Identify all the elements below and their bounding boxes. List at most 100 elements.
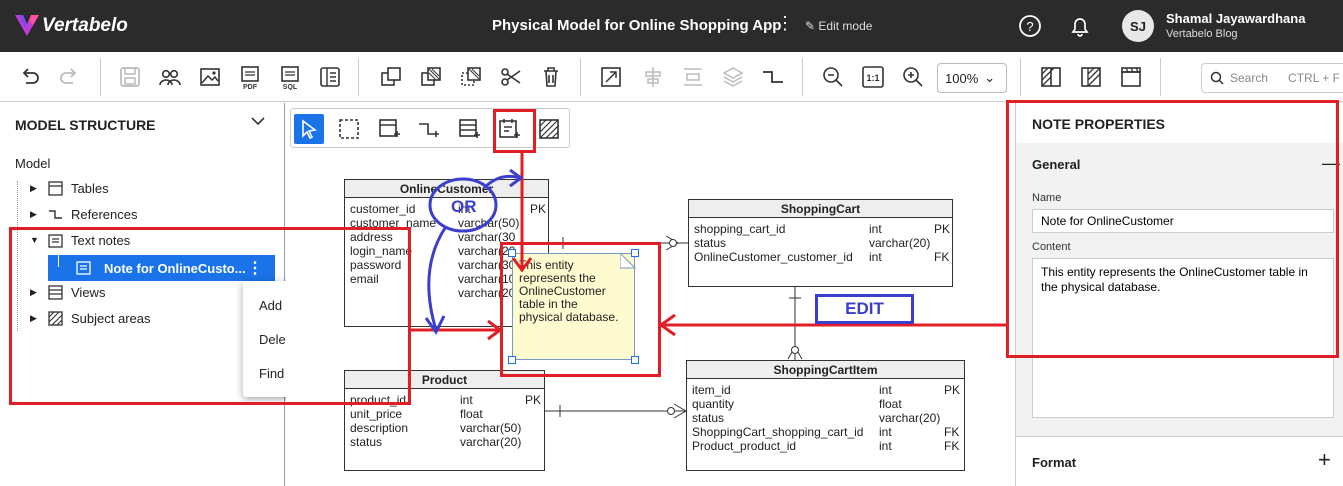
table-row[interactable]: customer_id int PK <box>350 202 546 216</box>
expand-arrow-icon[interactable]: ▶ <box>30 313 40 324</box>
panel-header: NOTE PROPERTIES <box>1016 103 1343 143</box>
toolbar-divider <box>100 58 101 96</box>
reference-icon <box>49 209 62 219</box>
search-icon <box>1210 71 1224 85</box>
column-name: Product_product_id <box>692 439 797 453</box>
table-row[interactable]: ShoppingCart_shopping_cart_id int FK <box>692 425 959 439</box>
section-general[interactable]: General <box>1032 157 1080 172</box>
resize-handle[interactable] <box>508 249 516 257</box>
column-type: int <box>458 202 471 216</box>
expand-arrow-icon[interactable]: ▶ <box>30 183 40 194</box>
column-key: PK <box>525 393 542 407</box>
table-row[interactable]: quantity float <box>692 397 959 411</box>
table-row[interactable]: item_id int PK <box>692 383 960 397</box>
cut-icon[interactable] <box>498 64 524 90</box>
vertabelo-logo-icon[interactable] <box>14 12 40 38</box>
table-row[interactable]: unit_price float <box>350 407 539 421</box>
document-properties-icon[interactable] <box>317 64 343 90</box>
user-subtitle: Vertabelo Blog <box>1166 28 1238 40</box>
paste-icon[interactable] <box>418 64 444 90</box>
copy-icon[interactable] <box>378 64 404 90</box>
chevron-down-icon[interactable] <box>250 113 266 129</box>
search-input[interactable]: Search CTRL + F <box>1201 63 1343 93</box>
section-format[interactable]: Format + <box>1016 436 1343 486</box>
top-bar: Vertabelo Physical Model for Online Shop… <box>0 0 1343 52</box>
column-name: password <box>350 258 402 272</box>
layers-icon[interactable] <box>720 64 746 90</box>
expand-arrow-icon[interactable]: ▶ <box>30 287 40 298</box>
zoom-reset-icon[interactable]: 1:1 <box>860 64 886 90</box>
help-icon[interactable]: ? <box>1018 14 1042 38</box>
toolbar: PDF SQL 1:1 100% ⌄ Search CTRL + F <box>0 52 1343 102</box>
collapse-icon[interactable]: — <box>1322 154 1340 172</box>
autolayout-icon[interactable] <box>598 64 624 90</box>
content-field[interactable]: This entity represents the OnlineCustome… <box>1032 258 1334 418</box>
table-row[interactable]: status varchar(20) <box>350 435 539 449</box>
table-row[interactable]: address varchar(30 <box>350 230 543 244</box>
bell-icon[interactable] <box>1068 13 1092 39</box>
table-row[interactable]: shopping_cart_id int PK <box>694 222 950 236</box>
area-pattern-icon[interactable] <box>1078 64 1104 90</box>
resize-handle[interactable] <box>631 249 639 257</box>
zoom-select[interactable]: 100% ⌄ <box>937 63 1007 93</box>
table-row[interactable]: OnlineCustomer_customer_id int FK <box>694 250 949 264</box>
column-type: int <box>460 393 473 407</box>
duplicate-icon[interactable] <box>458 64 484 90</box>
export-pdf-icon[interactable]: PDF <box>237 64 263 91</box>
collapse-arrow-icon[interactable]: ▼ <box>30 235 40 245</box>
table-row[interactable]: Product_product_id int FK <box>692 439 959 453</box>
search-shortcut: CTRL + F <box>1288 71 1340 85</box>
distribute-icon[interactable] <box>680 64 706 90</box>
tree-item-tables[interactable]: ▶ Tables <box>30 177 109 199</box>
more-vertical-icon[interactable]: ⋮ <box>247 258 263 278</box>
avatar[interactable]: SJ <box>1122 10 1154 42</box>
table-shoppingcart[interactable]: ShoppingCart shopping_cart_id int PK status… <box>688 199 953 287</box>
document-title[interactable]: Physical Model for Online Shopping App <box>492 17 781 34</box>
tree-label: Subject areas <box>71 310 151 326</box>
export-image-icon[interactable] <box>197 64 223 90</box>
brand-name[interactable]: Vertabelo <box>42 15 128 37</box>
tree-item-note-for-onlinecustomer[interactable]: Note for OnlineCusto... ⋮ <box>48 255 275 281</box>
chevron-down-icon: ⌄ <box>984 70 996 85</box>
tree-item-text-notes[interactable]: ▼ Text notes <box>30 229 130 251</box>
table-row[interactable]: description varchar(50) <box>350 421 539 435</box>
zoom-in-icon[interactable] <box>900 64 926 90</box>
tree-label: Tables <box>71 180 109 196</box>
share-users-icon[interactable] <box>157 64 183 90</box>
more-vertical-icon[interactable]: ⋮ <box>776 14 794 32</box>
save-icon[interactable] <box>117 64 143 90</box>
tree-item-references[interactable]: ▶ References <box>30 203 137 225</box>
column-name: status <box>694 236 727 250</box>
user-name[interactable]: Shamal Jayawardhana <box>1166 11 1305 26</box>
subject-area-icon[interactable] <box>1038 64 1064 90</box>
table-row[interactable]: product_id int PK <box>350 393 542 407</box>
table-row[interactable]: status varchar(20) <box>692 411 959 425</box>
zoom-out-icon[interactable] <box>820 64 846 90</box>
tree-item-views[interactable]: ▶ Views <box>30 281 105 303</box>
expand-arrow-icon[interactable]: ▶ <box>30 209 40 220</box>
note-icon <box>48 233 63 248</box>
redo-icon[interactable] <box>56 64 82 90</box>
edit-mode-toggle[interactable]: ✎ Edit mode <box>805 19 872 33</box>
content-label: Content <box>1032 241 1071 253</box>
table-row[interactable]: status varchar(20) <box>694 236 947 250</box>
expand-plus-icon[interactable]: + <box>1318 447 1331 473</box>
undo-icon[interactable] <box>17 64 43 90</box>
table-shoppingcartitem[interactable]: ShoppingCartItem item_id int PK quantity flo… <box>686 360 965 471</box>
table-product[interactable]: Product product_id int PK unit_price float de… <box>344 370 545 471</box>
tree-item-subject-areas[interactable]: ▶ Subject areas <box>30 307 151 329</box>
diagram-note[interactable]: This entity represents the OnlineCustomer t… <box>512 253 635 360</box>
delete-icon[interactable] <box>538 64 564 90</box>
column-type: int <box>869 250 882 264</box>
table-row[interactable]: customer_name varchar(50) <box>350 216 543 230</box>
resize-handle[interactable] <box>631 356 639 364</box>
column-type: int <box>879 439 892 453</box>
column-type: varchar(20 <box>458 286 516 300</box>
name-field[interactable] <box>1032 209 1334 233</box>
resize-handle[interactable] <box>508 356 516 364</box>
line-style-icon[interactable] <box>760 64 786 90</box>
model-root[interactable]: Model <box>15 156 50 171</box>
align-icon[interactable] <box>640 64 666 90</box>
export-sql-icon[interactable]: SQL <box>277 64 303 91</box>
clapboard-icon[interactable] <box>1118 64 1144 90</box>
